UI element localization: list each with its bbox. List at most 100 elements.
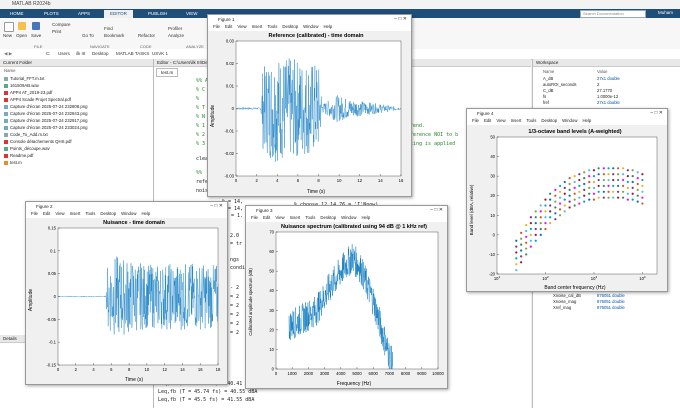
compare-button[interactable]: Compare <box>52 22 71 27</box>
menu-window[interactable]: Window <box>562 118 577 123</box>
goto-button[interactable]: Go To <box>82 33 94 38</box>
band-level-point <box>529 222 532 225</box>
ws-var-name[interactable]: Xref_mag <box>553 305 571 310</box>
menu-edit[interactable]: Edit <box>263 215 270 220</box>
menu-window[interactable]: Window <box>341 215 356 220</box>
menu-desktop[interactable]: Desktop <box>541 118 557 123</box>
code-comment: ference NOI to b <box>410 132 459 138</box>
figure-3-window[interactable]: Figure 3 – □ ✕ File Edit View Insert Tools De… <box>245 205 448 389</box>
file-item[interactable]: 161509AB.wav <box>4 83 39 88</box>
new-button[interactable]: New <box>3 33 12 38</box>
ws-var-name[interactable]: autoROI_seconds <box>543 82 577 87</box>
file-item[interactable]: Capture d'écran 2025-07-24 232917.png <box>4 118 88 123</box>
tab-view[interactable]: VIEW <box>180 10 204 18</box>
ws-value-header[interactable]: Value <box>597 69 607 74</box>
breadcrumb-0[interactable]: C: <box>46 51 51 56</box>
file-item[interactable]: APP4 Scade Projet Spectral.pdf <box>4 97 71 102</box>
menu-help[interactable]: Help <box>361 215 370 220</box>
save-button[interactable]: Save <box>31 33 41 38</box>
editor-tab-test-m[interactable]: test.m <box>156 68 179 77</box>
menu-edit[interactable]: Edit <box>225 24 232 29</box>
name-column-header[interactable]: Name <box>4 68 15 73</box>
menu-edit[interactable]: Edit <box>43 211 50 216</box>
menu-view[interactable]: View <box>237 24 246 29</box>
breadcrumb-1[interactable]: Users <box>58 51 70 56</box>
file-item[interactable]: Tutorial_FFT.m.txt <box>4 76 44 81</box>
menu-view[interactable]: View <box>496 118 505 123</box>
file-item[interactable]: Console détachements QHS.pdf <box>4 139 72 144</box>
user-name[interactable]: Muham <box>658 10 673 15</box>
menu-insert[interactable]: Insert <box>252 24 263 29</box>
ws-var-name[interactable]: Xnoise_mag <box>553 299 576 304</box>
menu-insert[interactable]: Insert <box>70 211 81 216</box>
menu-help[interactable]: Help <box>323 24 332 29</box>
bookmark-button[interactable]: Bookmark <box>104 33 124 38</box>
ws-var-name[interactable]: C_dB <box>543 88 553 93</box>
ws-var-name[interactable]: Xnoise_cal_dB <box>553 293 581 298</box>
menu-tools[interactable]: Tools <box>526 118 536 123</box>
open-button[interactable]: Open <box>16 33 27 38</box>
figure-2-window[interactable]: Figure 2 – □ ✕ File Edit View Insert Tools De… <box>25 201 228 385</box>
menu-insert[interactable]: Insert <box>290 215 301 220</box>
ws-var-name[interactable]: fref <box>543 100 549 105</box>
profiler-button[interactable]: Profiler <box>168 26 182 31</box>
window-controls-icon[interactable]: – □ ✕ <box>430 207 443 213</box>
menu-view[interactable]: View <box>55 211 64 216</box>
ws-var-name[interactable]: A_dB <box>543 76 553 81</box>
breadcrumb-3[interactable]: Desktop <box>92 51 109 56</box>
ws-var-value: 876051 double <box>597 299 625 304</box>
file-item[interactable]: APP4 AT_2019-23.pdf <box>4 90 52 95</box>
menu-view[interactable]: View <box>275 215 284 220</box>
menu-help[interactable]: Help <box>141 211 150 216</box>
file-item[interactable]: test.m <box>4 160 22 165</box>
tab-apps[interactable]: APPS <box>72 10 96 18</box>
menu-desktop[interactable]: Desktop <box>320 215 336 220</box>
tab-plots[interactable]: PLOTS <box>38 10 65 18</box>
menu-desktop[interactable]: Desktop <box>100 211 116 216</box>
breadcrumb-4[interactable]: MATLAB TASKS <box>116 51 149 56</box>
menu-file[interactable]: File <box>251 215 258 220</box>
menu-window[interactable]: Window <box>121 211 136 216</box>
window-controls-icon[interactable]: – □ ✕ <box>394 16 407 22</box>
file-item[interactable]: Capture d'écran 2025-07-24 232843.png <box>4 111 88 116</box>
find-button[interactable]: Find <box>104 26 113 31</box>
file-item[interactable]: Readme.pdf <box>4 153 33 158</box>
menu-tools[interactable]: Tools <box>85 211 95 216</box>
breadcrumb-2[interactable]: ilk III <box>76 51 85 56</box>
band-level-point <box>563 204 566 207</box>
search-input[interactable]: Search Documentation <box>580 10 646 18</box>
print-button[interactable]: Print <box>52 29 61 34</box>
menu-tools[interactable]: Tools <box>267 24 277 29</box>
window-controls-icon[interactable]: – □ ✕ <box>210 203 223 209</box>
y-tick-label: -10 <box>489 252 496 257</box>
command-output-line: = 2 <box>230 321 240 327</box>
menu-insert[interactable]: Insert <box>511 118 522 123</box>
figure-1-window[interactable]: Figure 1 – □ ✕ File Edit View Insert Tools De… <box>207 14 412 197</box>
tab-editor[interactable]: EDITOR <box>104 10 133 18</box>
menu-file[interactable]: File <box>31 211 38 216</box>
menu-help[interactable]: Help <box>582 118 591 123</box>
file-item[interactable]: Capture d'écran 2025-07-24 233024.png <box>4 125 88 130</box>
menu-window[interactable]: Window <box>303 24 318 29</box>
breadcrumb-5[interactable]: USVK 1 <box>152 51 168 56</box>
file-item[interactable]: Code_To_Add.m.txt <box>4 132 48 137</box>
window-controls-icon[interactable]: – □ ✕ <box>650 110 663 116</box>
band-level-point <box>578 196 581 199</box>
figure-4-window[interactable]: Figure 4 – □ ✕ File Edit View Insert Tools De… <box>466 108 668 292</box>
tab-home[interactable]: HOME <box>4 10 30 18</box>
y-tick-label: 20 <box>490 193 495 198</box>
file-item[interactable]: Capture d'écran 2025-07-24 232808.png <box>4 104 88 109</box>
refactor-button[interactable]: Refactor <box>138 33 155 38</box>
analyze-button[interactable]: Analyze <box>168 33 184 38</box>
band-level-point <box>544 222 547 225</box>
back-icon[interactable]: ◀ ▶ <box>4 51 12 57</box>
file-item[interactable]: Points_découpe.wav <box>4 146 50 151</box>
menu-file[interactable]: File <box>213 24 220 29</box>
tab-publish[interactable]: PUBLISH <box>142 10 173 18</box>
menu-file[interactable]: File <box>472 118 479 123</box>
menu-tools[interactable]: Tools <box>305 215 315 220</box>
ws-var-name[interactable]: fs <box>543 94 546 99</box>
ws-name-header[interactable]: Name <box>543 69 554 74</box>
menu-desktop[interactable]: Desktop <box>282 24 298 29</box>
menu-edit[interactable]: Edit <box>484 118 491 123</box>
